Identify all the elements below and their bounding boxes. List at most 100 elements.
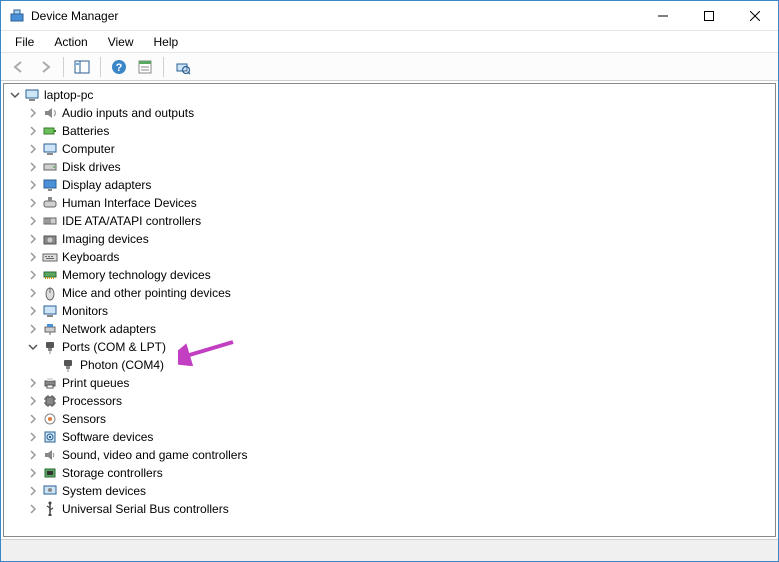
cpu-icon bbox=[42, 393, 58, 409]
tree-category-label: Audio inputs and outputs bbox=[62, 106, 194, 120]
tree-category-label: Network adapters bbox=[62, 322, 156, 336]
chevron-right-icon[interactable] bbox=[26, 502, 40, 516]
computer-icon bbox=[42, 141, 58, 157]
tree-category[interactable]: Display adapters bbox=[4, 176, 775, 194]
toolbar: ? bbox=[1, 53, 778, 81]
software-icon bbox=[42, 429, 58, 445]
tree-category[interactable]: Imaging devices bbox=[4, 230, 775, 248]
tree-category[interactable]: Disk drives bbox=[4, 158, 775, 176]
close-button[interactable] bbox=[732, 1, 778, 31]
chevron-right-icon[interactable] bbox=[26, 268, 40, 282]
system-icon bbox=[42, 483, 58, 499]
port-icon bbox=[60, 357, 76, 373]
chevron-right-icon[interactable] bbox=[26, 232, 40, 246]
chevron-right-icon[interactable] bbox=[26, 430, 40, 444]
chevron-right-icon[interactable] bbox=[26, 304, 40, 318]
chevron-right-icon[interactable] bbox=[26, 214, 40, 228]
tree-category[interactable]: Print queues bbox=[4, 374, 775, 392]
tree-category-label: Display adapters bbox=[62, 178, 151, 192]
menu-action[interactable]: Action bbox=[46, 33, 95, 51]
chevron-right-icon[interactable] bbox=[26, 178, 40, 192]
chevron-right-icon[interactable] bbox=[26, 286, 40, 300]
tree-category[interactable]: Audio inputs and outputs bbox=[4, 104, 775, 122]
app-icon bbox=[9, 8, 25, 24]
toolbar-forward-button[interactable] bbox=[33, 56, 57, 78]
tree-category[interactable]: Software devices bbox=[4, 428, 775, 446]
tree-category-label: Human Interface Devices bbox=[62, 196, 197, 210]
chevron-right-icon[interactable] bbox=[26, 322, 40, 336]
tree-category[interactable]: Human Interface Devices bbox=[4, 194, 775, 212]
storage-icon bbox=[42, 465, 58, 481]
battery-icon bbox=[42, 123, 58, 139]
chevron-down-icon[interactable] bbox=[8, 88, 22, 102]
chevron-right-icon[interactable] bbox=[26, 196, 40, 210]
tree-device[interactable]: Photon (COM4) bbox=[4, 356, 775, 374]
tree-category-label: Storage controllers bbox=[62, 466, 163, 480]
toolbar-back-button[interactable] bbox=[7, 56, 31, 78]
menubar: File Action View Help bbox=[1, 31, 778, 53]
tree-category[interactable]: Memory technology devices bbox=[4, 266, 775, 284]
toolbar-separator bbox=[63, 57, 64, 77]
tree-category[interactable]: Processors bbox=[4, 392, 775, 410]
tree-root[interactable]: laptop-pc bbox=[4, 86, 775, 104]
tree-category-label: System devices bbox=[62, 484, 146, 498]
chevron-right-icon[interactable] bbox=[26, 160, 40, 174]
chevron-right-icon[interactable] bbox=[26, 142, 40, 156]
tree-category-label: Universal Serial Bus controllers bbox=[62, 502, 229, 516]
tree-category-label: Mice and other pointing devices bbox=[62, 286, 231, 300]
chevron-right-icon[interactable] bbox=[26, 376, 40, 390]
device-tree[interactable]: laptop-pc Audio inputs and outputs Batte… bbox=[3, 83, 776, 537]
tree-category[interactable]: Network adapters bbox=[4, 320, 775, 338]
toolbar-tree-button[interactable] bbox=[70, 56, 94, 78]
tree-category[interactable]: Sound, video and game controllers bbox=[4, 446, 775, 464]
tree-category-label: IDE ATA/ATAPI controllers bbox=[62, 214, 201, 228]
maximize-button[interactable] bbox=[686, 1, 732, 31]
menu-file[interactable]: File bbox=[7, 33, 42, 51]
tree-category[interactable]: Ports (COM & LPT) bbox=[4, 338, 775, 356]
memory-icon bbox=[42, 267, 58, 283]
tree-category[interactable]: Universal Serial Bus controllers bbox=[4, 500, 775, 518]
toolbar-scan-button[interactable] bbox=[170, 56, 194, 78]
tree-category[interactable]: Monitors bbox=[4, 302, 775, 320]
chevron-down-icon[interactable] bbox=[26, 340, 40, 354]
chevron-right-icon[interactable] bbox=[26, 394, 40, 408]
chevron-right-icon[interactable] bbox=[26, 106, 40, 120]
speaker-icon bbox=[42, 105, 58, 121]
chevron-right-icon[interactable] bbox=[26, 250, 40, 264]
chevron-right-icon[interactable] bbox=[26, 124, 40, 138]
chevron-right-icon[interactable] bbox=[26, 466, 40, 480]
tree-category[interactable]: Keyboards bbox=[4, 248, 775, 266]
statusbar bbox=[1, 539, 778, 561]
tree-category-label: Memory technology devices bbox=[62, 268, 211, 282]
tree-category[interactable]: Batteries bbox=[4, 122, 775, 140]
titlebar: Device Manager bbox=[1, 1, 778, 31]
tree-category[interactable]: Sensors bbox=[4, 410, 775, 428]
tree-category[interactable]: Storage controllers bbox=[4, 464, 775, 482]
menu-help[interactable]: Help bbox=[146, 33, 187, 51]
tree-category-label: Sound, video and game controllers bbox=[62, 448, 247, 462]
tree-category[interactable]: Mice and other pointing devices bbox=[4, 284, 775, 302]
tree-category[interactable]: System devices bbox=[4, 482, 775, 500]
display-icon bbox=[42, 177, 58, 193]
toolbar-properties-button[interactable] bbox=[133, 56, 157, 78]
tree-category-label: Monitors bbox=[62, 304, 108, 318]
tree-category[interactable]: IDE ATA/ATAPI controllers bbox=[4, 212, 775, 230]
toolbar-help-button[interactable]: ? bbox=[107, 56, 131, 78]
tree-category[interactable]: Computer bbox=[4, 140, 775, 158]
sound-icon bbox=[42, 447, 58, 463]
tree-device-label: Photon (COM4) bbox=[80, 358, 164, 372]
menu-view[interactable]: View bbox=[100, 33, 142, 51]
tree-category-label: Sensors bbox=[62, 412, 106, 426]
tree-category-label: Computer bbox=[62, 142, 115, 156]
chevron-right-icon[interactable] bbox=[26, 412, 40, 426]
toolbar-separator bbox=[163, 57, 164, 77]
minimize-button[interactable] bbox=[640, 1, 686, 31]
network-icon bbox=[42, 321, 58, 337]
toolbar-separator bbox=[100, 57, 101, 77]
chevron-right-icon[interactable] bbox=[26, 448, 40, 462]
ide-icon bbox=[42, 213, 58, 229]
tree-category-label: Processors bbox=[62, 394, 122, 408]
monitor-icon bbox=[42, 303, 58, 319]
chevron-right-icon[interactable] bbox=[26, 484, 40, 498]
port-icon bbox=[42, 339, 58, 355]
